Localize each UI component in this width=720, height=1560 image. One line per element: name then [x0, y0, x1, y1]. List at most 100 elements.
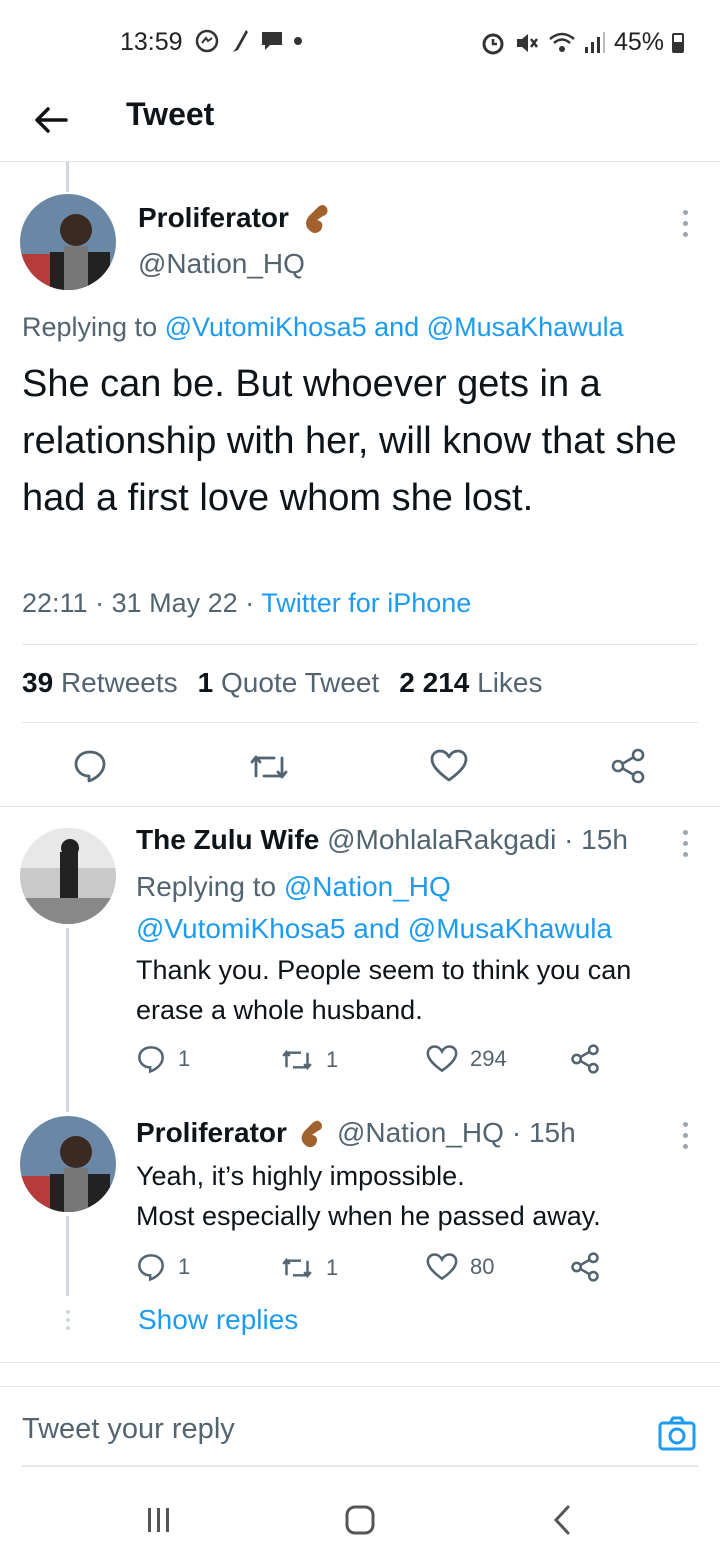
reply-text-line: Most especially when he passed away.	[136, 1201, 601, 1231]
reply-count: 1	[178, 1046, 191, 1071]
reply-count: 1	[178, 1254, 191, 1279]
recent-apps-icon[interactable]	[146, 1506, 172, 1534]
retweet-button[interactable]	[248, 750, 290, 784]
retweets-stat[interactable]: 39 Retweets	[22, 667, 178, 699]
reply-1-replying-to: Replying to @Nation_HQ @VutomiKhosa5 and…	[136, 866, 612, 950]
replying-users-link[interactable]: @VutomiKhosa5 and @MusaKhawula	[165, 312, 624, 342]
retweet-icon	[282, 1049, 312, 1071]
reply-icon	[138, 1254, 164, 1282]
avatar[interactable]	[20, 1116, 116, 1212]
separator: ·	[95, 588, 105, 618]
battery-icon	[672, 32, 684, 53]
reply-2-header: Proliferator @Nation_HQ · 15h	[136, 1116, 576, 1150]
divider	[22, 644, 698, 645]
reply-age: · 15h	[511, 1117, 576, 1148]
tweet-meta: 22:11 · 31 May 22 · Twitter for iPhone	[22, 588, 471, 619]
share-icon	[611, 748, 645, 784]
quotes-stat[interactable]: 1 Quote Tweet	[198, 667, 380, 699]
author-name[interactable]: Proliferator	[138, 202, 289, 234]
battery-percent: 45%	[613, 28, 664, 56]
heart-icon	[426, 1045, 458, 1073]
retweets-count: 39	[22, 667, 54, 698]
like-count: 80	[470, 1254, 495, 1279]
pinching-hand-emoji-icon	[301, 1120, 322, 1148]
reply-input[interactable]: Tweet your reply	[22, 1413, 235, 1446]
reply-icon	[74, 750, 106, 783]
reply-icon	[138, 1046, 164, 1074]
heart-icon	[426, 1253, 458, 1281]
replying-to: Replying to @VutomiKhosa5 and @MusaKhawu…	[22, 312, 624, 343]
share-button[interactable]	[570, 1252, 600, 1282]
more-options-icon[interactable]	[680, 210, 690, 237]
pinching-hand-emoji-icon	[305, 205, 328, 233]
separator: ·	[245, 588, 255, 618]
likes-label: Likes	[477, 667, 543, 698]
more-notifications-dot	[294, 37, 302, 45]
alarm-icon	[482, 33, 504, 54]
tweet-source-link[interactable]: Twitter for iPhone	[261, 588, 471, 618]
like-button[interactable]: 294	[426, 1044, 507, 1074]
avatar[interactable]	[20, 828, 116, 924]
system-icons: 45%	[480, 28, 684, 57]
replying-user-link[interactable]: @Nation_HQ	[284, 871, 451, 902]
back-icon[interactable]	[552, 1504, 572, 1536]
messenger-icon	[195, 29, 219, 53]
share-button[interactable]	[610, 748, 646, 784]
status-time: 13:59	[120, 28, 183, 56]
reply-author-handle[interactable]: @Nation_HQ	[337, 1117, 504, 1149]
share-icon	[571, 1044, 599, 1074]
app-header: Tweet	[0, 80, 720, 162]
reply-text-line: Yeah, it’s highly impossible.	[136, 1161, 465, 1191]
reply-author-handle[interactable]: @MohlalaRakgadi	[327, 824, 556, 855]
reply-input-underline	[22, 1465, 698, 1467]
heart-icon	[430, 749, 468, 782]
back-arrow-icon[interactable]	[30, 100, 70, 140]
thread-line	[66, 928, 69, 1112]
replying-prefix: Replying to	[136, 871, 277, 902]
thread-continuation-dots	[63, 1310, 73, 1330]
reply-button[interactable]: 1	[136, 1252, 190, 1282]
replying-users-link[interactable]: @VutomiKhosa5 and @MusaKhawula	[136, 913, 612, 944]
share-button[interactable]	[570, 1044, 600, 1074]
more-options-icon[interactable]	[680, 830, 690, 857]
retweet-button[interactable]: 1	[280, 1046, 338, 1074]
retweet-button[interactable]: 1	[280, 1254, 338, 1282]
likes-stat[interactable]: 2 214 Likes	[399, 667, 542, 699]
quotes-count: 1	[197, 667, 214, 698]
reply-text: Yeah, it’s highly impossible. Most espec…	[136, 1156, 706, 1236]
retweet-icon	[250, 755, 288, 779]
status-bar: 13:59 45%	[0, 0, 720, 80]
likes-count: 2 214	[399, 667, 470, 698]
like-button[interactable]: 80	[426, 1252, 494, 1282]
quotes-label: Quote Tweet	[221, 667, 380, 698]
divider	[0, 806, 720, 807]
chat-icon	[262, 32, 282, 50]
share-icon	[571, 1252, 599, 1282]
home-icon[interactable]	[344, 1504, 376, 1536]
mute-icon	[516, 33, 538, 52]
retweet-icon	[282, 1257, 312, 1279]
replying-prefix: Replying to	[22, 312, 158, 342]
signal-icon	[584, 31, 605, 53]
retweet-count: 1	[326, 1047, 339, 1072]
tweet-time: 22:11	[22, 588, 88, 618]
reply-author-name[interactable]: Proliferator	[136, 1117, 287, 1149]
camera-icon[interactable]	[658, 1415, 696, 1451]
notification-icons	[194, 28, 302, 54]
brush-icon	[233, 30, 248, 52]
reply-author-name[interactable]: The Zulu Wife	[136, 824, 319, 855]
author-handle[interactable]: @Nation_HQ	[138, 248, 305, 280]
like-count: 294	[470, 1046, 507, 1071]
page-title: Tweet	[126, 96, 215, 132]
retweets-label: Retweets	[60, 667, 178, 698]
more-options-icon[interactable]	[680, 1122, 690, 1149]
tweet-stats: 39 Retweets 1 Quote Tweet 2 214 Likes	[22, 667, 543, 699]
thread-line-top	[66, 162, 69, 192]
tweet-date: 31 May 22	[111, 588, 238, 618]
reply-button[interactable]	[72, 748, 108, 784]
reply-button[interactable]: 1	[136, 1044, 190, 1074]
divider	[22, 722, 698, 723]
show-replies-link[interactable]: Show replies	[138, 1304, 298, 1336]
like-button[interactable]	[430, 748, 468, 784]
avatar[interactable]	[20, 194, 116, 290]
